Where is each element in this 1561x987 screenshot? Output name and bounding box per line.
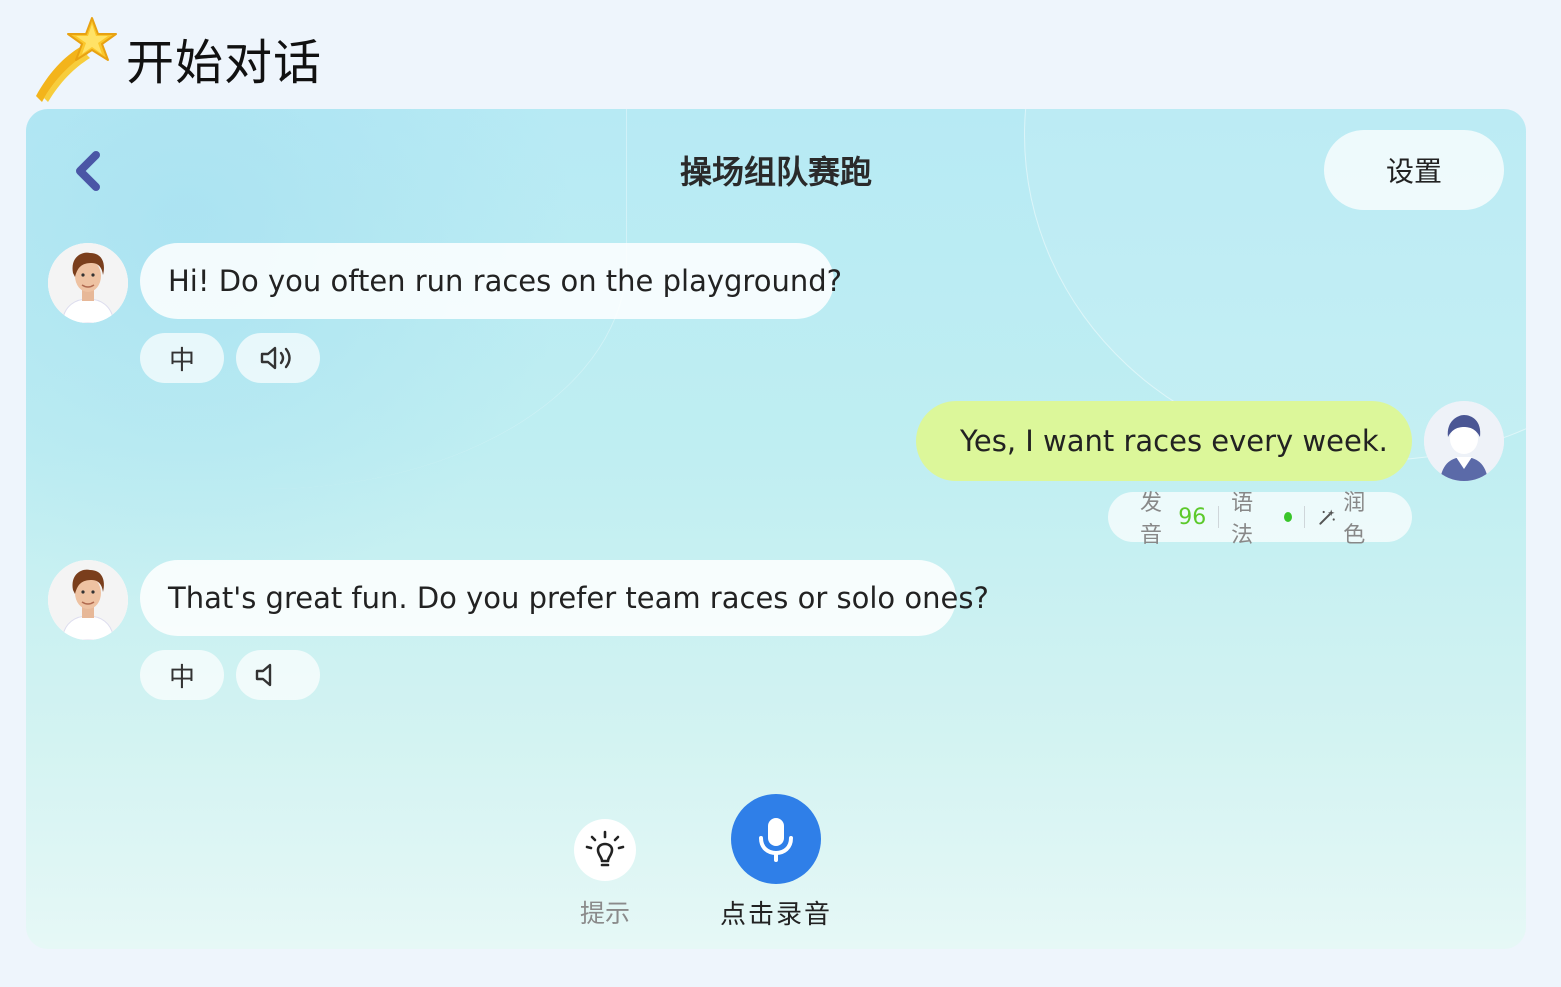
lightbulb-icon — [585, 830, 625, 867]
bot-message-text: Hi! Do you often run races on the playgr… — [168, 264, 843, 298]
bot-message-bubble: That's great fun. Do you prefer team rac… — [140, 560, 989, 636]
grammar-label: 语法 — [1231, 491, 1254, 548]
scene-title: 操场组队赛跑 — [679, 153, 872, 191]
pronunciation-score[interactable]: 发音 96 — [1128, 485, 1218, 549]
page: 开始对话 操场组队赛跑 设置 Hi! Do you often run race… — [0, 0, 1561, 987]
user-message-bubble: Yes, I want races every week. — [916, 401, 1412, 481]
hint-button[interactable] — [574, 819, 636, 881]
bot-avatar — [48, 560, 128, 640]
record-button[interactable] — [731, 794, 821, 884]
translate-button[interactable]: 中 — [140, 333, 224, 383]
translate-label: 中 — [168, 345, 195, 376]
user-message-text: Yes, I want races every week. — [960, 424, 1388, 458]
play-audio-button[interactable] — [236, 333, 320, 383]
chat-panel: 操场组队赛跑 设置 Hi! Do you often run races on … — [26, 109, 1526, 949]
evaluation-bar: 发音 96 语法 润色 — [1108, 491, 1412, 548]
pronunciation-value: 96 — [1178, 504, 1207, 530]
teacher-avatar-icon — [48, 560, 128, 640]
hint-label: 提示 — [579, 899, 630, 928]
shooting-star-icon — [36, 16, 117, 102]
student-avatar-icon — [1424, 401, 1504, 481]
record-label: 点击录音 — [719, 900, 832, 930]
teacher-avatar-icon — [48, 243, 128, 323]
grammar-ok-dot — [1284, 512, 1293, 522]
speaker-icon — [255, 663, 272, 687]
user-avatar — [1424, 401, 1504, 481]
play-audio-button[interactable] — [236, 650, 320, 700]
polish-label: 润色 — [1343, 491, 1366, 548]
magic-wand-icon — [1319, 509, 1335, 525]
translate-button[interactable]: 中 — [140, 650, 224, 700]
grammar-score[interactable]: 语法 — [1219, 485, 1304, 549]
page-header: 开始对话 — [30, 10, 322, 105]
speaker-playing-icon — [260, 346, 291, 370]
microphone-icon — [759, 818, 793, 862]
bot-avatar — [48, 243, 128, 323]
pronunciation-label: 发音 — [1140, 491, 1163, 548]
bot-message-bubble: Hi! Do you often run races on the playgr… — [140, 243, 842, 319]
settings-button[interactable]: 设置 — [1324, 130, 1504, 210]
polish-button[interactable]: 润色 — [1305, 485, 1392, 549]
page-title: 开始对话 — [126, 34, 323, 91]
bot-message-text: That's great fun. Do you prefer team rac… — [168, 581, 989, 615]
translate-label: 中 — [168, 662, 195, 693]
